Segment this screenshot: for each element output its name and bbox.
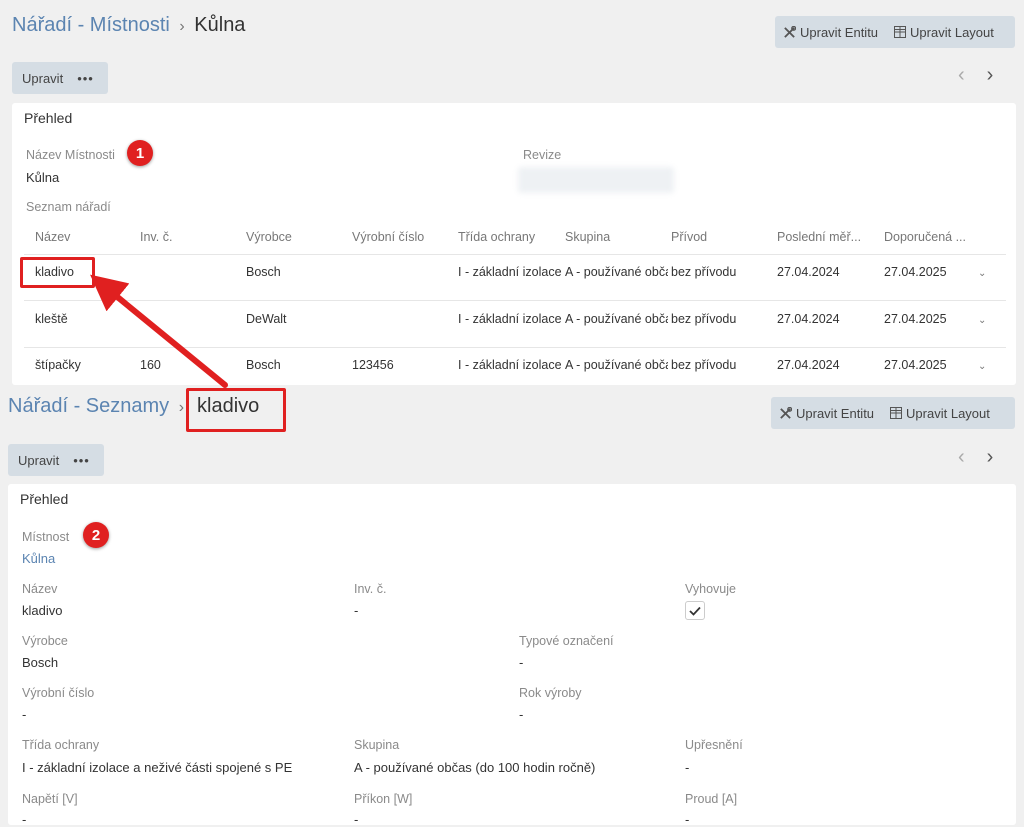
annotation-arrow xyxy=(90,274,228,388)
